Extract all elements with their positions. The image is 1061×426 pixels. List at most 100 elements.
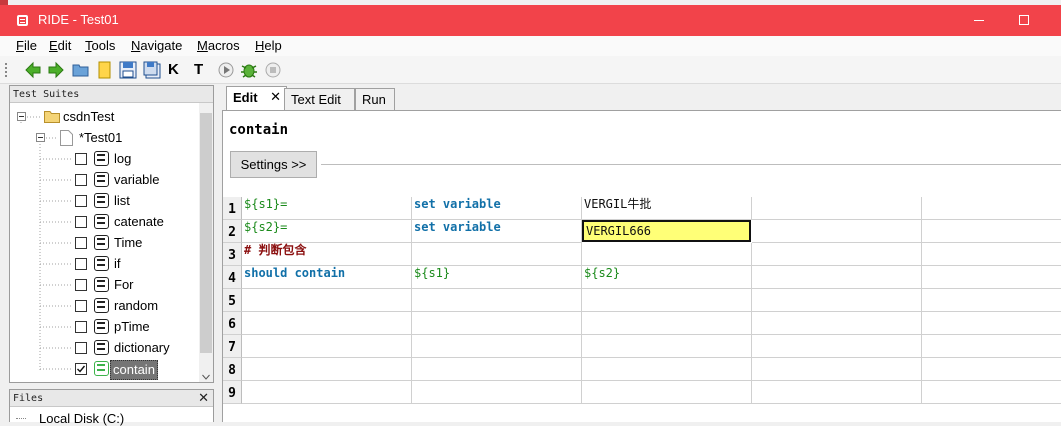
- keyword-checkbox[interactable]: [75, 216, 87, 228]
- grid-cell[interactable]: [242, 358, 412, 381]
- save-all-icon[interactable]: [143, 61, 161, 79]
- grid-cell[interactable]: [582, 358, 752, 381]
- row-number[interactable]: 8: [223, 358, 242, 381]
- grid-cell[interactable]: [922, 243, 1061, 266]
- row-number[interactable]: 3: [223, 243, 242, 266]
- grid-cell[interactable]: [412, 243, 582, 266]
- tree-item-contain[interactable]: contain: [74, 359, 199, 380]
- grid-cell[interactable]: set variable: [412, 197, 582, 220]
- row-number[interactable]: 2: [223, 220, 242, 243]
- grid-cell[interactable]: set variable: [412, 220, 582, 243]
- new-file-icon[interactable]: [96, 61, 114, 79]
- keyword-checkbox[interactable]: [75, 174, 87, 186]
- tree-item-log[interactable]: log: [74, 149, 199, 169]
- tab-run[interactable]: Run: [355, 88, 395, 110]
- scroll-down-icon[interactable]: [202, 374, 210, 380]
- grid-cell[interactable]: [242, 335, 412, 358]
- grid-cell[interactable]: [582, 312, 752, 335]
- grid-cell[interactable]: [582, 335, 752, 358]
- grid-cell[interactable]: [582, 381, 752, 404]
- grid-cell[interactable]: ${s1}=: [242, 197, 412, 220]
- run-icon[interactable]: [217, 61, 235, 79]
- menu-file[interactable]: File: [16, 38, 37, 53]
- grid-cell[interactable]: [752, 243, 922, 266]
- grid-cell[interactable]: [412, 312, 582, 335]
- row-number[interactable]: 5: [223, 289, 242, 312]
- menu-edit[interactable]: Edit: [49, 38, 71, 53]
- tree-suite-csdntest[interactable]: csdnTest: [17, 107, 207, 127]
- keyword-checkbox[interactable]: [75, 258, 87, 270]
- grid-cell[interactable]: [752, 266, 922, 289]
- grid-cell[interactable]: [242, 381, 412, 404]
- grid-cell[interactable]: [752, 197, 922, 220]
- grid-cell[interactable]: # 判断包含: [242, 243, 412, 266]
- collapse-icon[interactable]: [17, 112, 26, 121]
- row-number[interactable]: 1: [223, 197, 242, 220]
- grid-cell[interactable]: [922, 266, 1061, 289]
- tree-item-catenate[interactable]: catenate: [74, 212, 199, 232]
- grid-cell[interactable]: [412, 358, 582, 381]
- grid-cell[interactable]: [752, 312, 922, 335]
- save-icon[interactable]: [119, 61, 137, 79]
- row-number[interactable]: 6: [223, 312, 242, 335]
- grid-cell[interactable]: [752, 289, 922, 312]
- keyword-checkbox[interactable]: [75, 195, 87, 207]
- grid-cell[interactable]: [752, 358, 922, 381]
- row-number[interactable]: 7: [223, 335, 242, 358]
- keyword-checkbox-checked[interactable]: [75, 363, 87, 375]
- tree-item-list[interactable]: list: [74, 191, 199, 211]
- forward-arrow-icon[interactable]: [47, 61, 65, 79]
- grid-cell[interactable]: [752, 381, 922, 404]
- minimize-button[interactable]: [955, 5, 1001, 36]
- grid-cell[interactable]: [922, 312, 1061, 335]
- search-tests-icon[interactable]: T: [194, 61, 212, 79]
- tree-item-random[interactable]: random: [74, 296, 199, 316]
- keyword-checkbox[interactable]: [75, 321, 87, 333]
- menu-help[interactable]: Help: [255, 38, 282, 53]
- grid-cell[interactable]: [412, 289, 582, 312]
- grid-cell[interactable]: [242, 289, 412, 312]
- grid-cell[interactable]: [582, 289, 752, 312]
- grid-cell[interactable]: should contain: [242, 266, 412, 289]
- close-icon[interactable]: ✕: [198, 390, 209, 407]
- grid-cell[interactable]: ${s1}: [412, 266, 582, 289]
- tab-text-edit[interactable]: Text Edit: [284, 88, 355, 110]
- grid-cell-selected[interactable]: VERGIL666: [582, 220, 751, 242]
- grid-cell[interactable]: [242, 312, 412, 335]
- tree-item-ptime[interactable]: pTime: [74, 317, 199, 337]
- row-number[interactable]: 4: [223, 266, 242, 289]
- grid-cell[interactable]: [922, 197, 1061, 220]
- stop-icon[interactable]: [264, 61, 282, 79]
- menu-navigate[interactable]: Navigate: [131, 38, 182, 53]
- keyword-checkbox[interactable]: [75, 279, 87, 291]
- keyword-checkbox[interactable]: [75, 342, 87, 354]
- settings-button[interactable]: Settings >>: [230, 151, 317, 178]
- grid-cell[interactable]: ${s2}=: [242, 220, 412, 243]
- tree-item-dictionary[interactable]: dictionary: [74, 338, 199, 358]
- keyword-checkbox[interactable]: [75, 237, 87, 249]
- grid-cell[interactable]: [922, 220, 1061, 243]
- grid-cell[interactable]: [922, 335, 1061, 358]
- grid-cell[interactable]: VERGIL牛批: [582, 197, 752, 220]
- tree-item-time[interactable]: Time: [74, 233, 199, 253]
- maximize-button[interactable]: [1000, 5, 1046, 36]
- grid-cell[interactable]: ${s2}: [582, 266, 752, 289]
- grid-cell[interactable]: [582, 243, 752, 266]
- grid-cell[interactable]: [752, 220, 922, 243]
- collapse-icon[interactable]: [36, 133, 45, 142]
- tree-test-file[interactable]: *Test01: [36, 128, 206, 148]
- open-folder-icon[interactable]: [72, 61, 90, 79]
- tree-item-for[interactable]: For: [74, 275, 199, 295]
- tab-edit[interactable]: Edit ✕: [226, 86, 287, 110]
- grid-cell[interactable]: [922, 381, 1061, 404]
- grid-cell[interactable]: [922, 289, 1061, 312]
- row-number[interactable]: 9: [223, 381, 242, 404]
- grid-cell[interactable]: [412, 335, 582, 358]
- search-keywords-icon[interactable]: K: [168, 61, 186, 79]
- menu-tools[interactable]: Tools: [85, 38, 115, 53]
- tree-scrollbar[interactable]: [199, 103, 213, 382]
- debug-icon[interactable]: [240, 61, 258, 79]
- back-arrow-icon[interactable]: [24, 61, 42, 79]
- tree-item-variable[interactable]: variable: [74, 170, 199, 190]
- tree-scrollbar-thumb[interactable]: [200, 113, 212, 353]
